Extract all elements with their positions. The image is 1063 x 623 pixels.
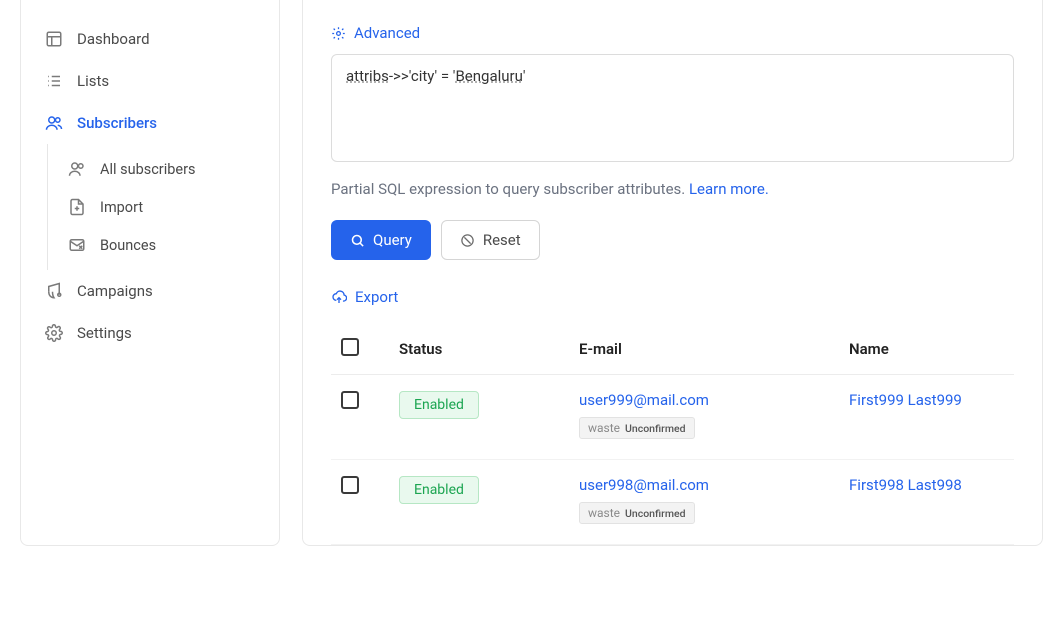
export-icon — [331, 289, 347, 305]
col-header-name[interactable]: Name — [839, 324, 1014, 375]
settings-icon — [45, 324, 63, 342]
advanced-label: Advanced — [354, 24, 420, 42]
nav-label: Import — [100, 199, 143, 216]
subscribers-table: Status E-mail Name Enabled user999@mail.… — [331, 324, 1014, 545]
main-panel: Advanced attribs->>'city' = 'Bengaluru' … — [302, 0, 1043, 546]
export-link[interactable]: Export — [331, 288, 398, 306]
status-badge: Enabled — [399, 476, 479, 504]
status-badge: Enabled — [399, 391, 479, 419]
col-header-status[interactable]: Status — [389, 324, 569, 375]
nav-settings[interactable]: Settings — [21, 312, 279, 354]
row-checkbox[interactable] — [341, 391, 359, 409]
subscriber-email-link[interactable]: user999@mail.com — [579, 391, 709, 409]
advanced-toggle[interactable]: Advanced — [331, 24, 420, 42]
nav-subscribers[interactable]: Subscribers — [21, 102, 279, 144]
button-label: Query — [373, 231, 412, 249]
nav-campaigns[interactable]: Campaigns — [21, 270, 279, 312]
learn-more-link[interactable]: Learn more. — [689, 180, 769, 198]
col-header-email[interactable]: E-mail — [569, 324, 839, 375]
subscribers-submenu: All subscribers Import Bounces — [47, 144, 279, 270]
nav-label: Subscribers — [77, 114, 157, 132]
lists-icon — [45, 72, 63, 90]
nav-import[interactable]: Import — [48, 188, 279, 226]
table-row: Enabled user998@mail.com wasteUnconfirme… — [331, 460, 1014, 545]
row-checkbox[interactable] — [341, 476, 359, 494]
list-badge: wasteUnconfirmed — [579, 417, 695, 439]
nav-label: All subscribers — [100, 161, 195, 178]
nav-label: Lists — [77, 72, 109, 90]
nav-label: Settings — [77, 324, 132, 342]
nav-dashboard[interactable]: Dashboard — [21, 18, 279, 60]
nav-bounces[interactable]: Bounces — [48, 226, 279, 264]
export-label: Export — [355, 288, 398, 306]
dashboard-icon — [45, 30, 63, 48]
list-badge: wasteUnconfirmed — [579, 502, 695, 524]
nav-label: Campaigns — [77, 282, 153, 300]
table-row: Enabled user999@mail.com wasteUnconfirme… — [331, 375, 1014, 460]
nav-label: Bounces — [100, 237, 156, 254]
subscriber-name-link[interactable]: First999 Last999 — [849, 391, 962, 409]
gear-icon — [331, 26, 346, 41]
button-label: Reset — [483, 231, 521, 249]
select-all-checkbox[interactable] — [341, 338, 359, 356]
subscriber-email-link[interactable]: user998@mail.com — [579, 476, 709, 494]
query-help-text: Partial SQL expression to query subscrib… — [331, 180, 1014, 198]
cancel-icon — [460, 233, 475, 248]
bounces-icon — [68, 236, 86, 254]
nav-lists[interactable]: Lists — [21, 60, 279, 102]
sidebar: Dashboard Lists Subscribers All subscrib… — [20, 0, 280, 546]
campaigns-icon — [45, 282, 63, 300]
search-icon — [350, 233, 365, 248]
users-icon — [68, 160, 86, 178]
sql-query-input[interactable]: attribs->>'city' = 'Bengaluru' — [331, 54, 1014, 162]
subscriber-name-link[interactable]: First998 Last998 — [849, 476, 962, 494]
import-icon — [68, 198, 86, 216]
reset-button[interactable]: Reset — [441, 220, 540, 260]
nav-label: Dashboard — [77, 30, 150, 48]
subscribers-icon — [45, 114, 63, 132]
nav-all-subscribers[interactable]: All subscribers — [48, 150, 279, 188]
query-button[interactable]: Query — [331, 220, 431, 260]
